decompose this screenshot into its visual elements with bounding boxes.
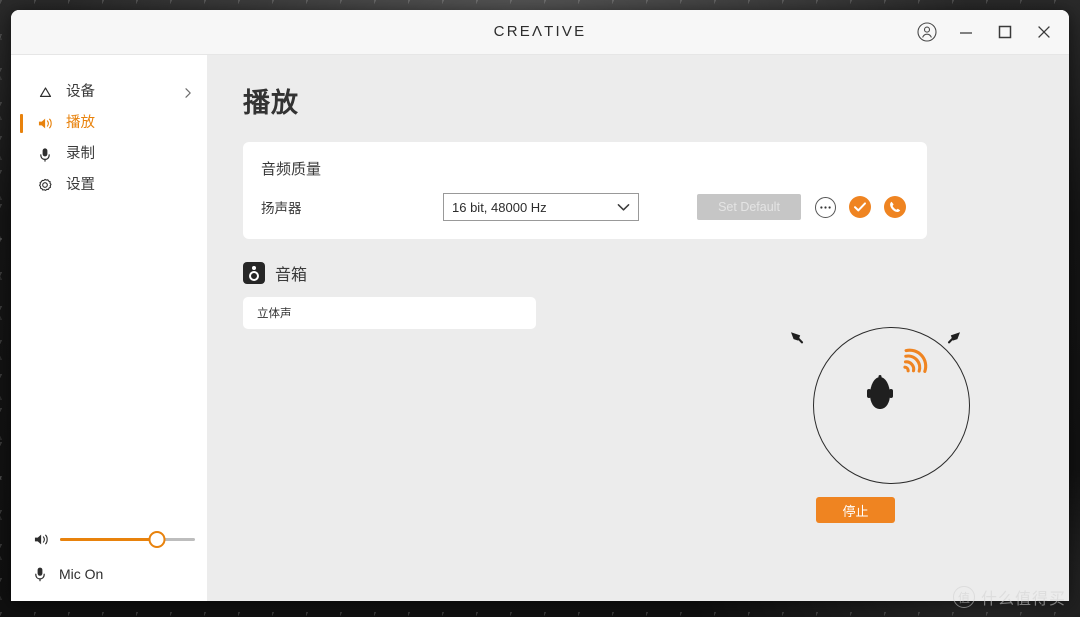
close-icon[interactable] xyxy=(1033,21,1055,43)
sidebar-item-playback-label: 播放 xyxy=(66,115,95,132)
ellipsis-icon[interactable] xyxy=(815,196,836,218)
volume-control xyxy=(11,522,207,556)
title-bar: CREΛTIVE xyxy=(11,10,1069,55)
creative-app-window: CREΛTIVE 设备 播放 录制 设置 Mic On 播放 音频质量 扬声器 … xyxy=(11,10,1069,601)
speaker-section-title: 音箱 xyxy=(275,267,308,284)
check-circle-icon[interactable] xyxy=(849,196,871,218)
audio-quality-row: 扬声器 16 bit, 48000 Hz Set Default xyxy=(261,193,909,221)
desktop-background: CREΛTIVE 设备 播放 录制 设置 Mic On 播放 音频质量 扬声器 … xyxy=(0,0,1080,617)
speaker-cone-icon[interactable] xyxy=(944,329,962,352)
window-controls xyxy=(916,10,1055,54)
volume-slider[interactable] xyxy=(60,530,195,548)
account-circle-icon[interactable] xyxy=(916,21,938,43)
volume-slider-knob[interactable] xyxy=(148,530,166,548)
watermark: 值 什么值得买 xyxy=(952,585,1066,609)
stop-test-button[interactable]: 停止 xyxy=(816,497,895,523)
audio-quality-title: 音频质量 xyxy=(261,161,322,178)
speaker-mode-field[interactable]: 立体声 xyxy=(243,297,536,329)
content-area: 播放 音频质量 扬声器 16 bit, 48000 Hz Set Default… xyxy=(207,55,1069,601)
speaker-placement-diagram: 停止 xyxy=(777,315,987,535)
sound-waves-icon xyxy=(890,343,932,387)
sidebar-item-settings-label: 设置 xyxy=(66,177,95,194)
speaker-section-header: 音箱 xyxy=(243,261,1069,285)
sidebar-item-playback[interactable]: 播放 xyxy=(11,108,207,139)
sidebar-item-settings[interactable]: 设置 xyxy=(11,170,207,201)
maximize-icon[interactable] xyxy=(994,21,1016,43)
sidebar-nav: 设备 播放 录制 设置 xyxy=(11,55,207,201)
chevron-down-icon xyxy=(617,203,630,212)
device-triangle-icon xyxy=(35,85,55,100)
audio-quality-card: 音频质量 扬声器 16 bit, 48000 Hz Set Default xyxy=(243,142,927,239)
mic-toggle[interactable]: Mic On xyxy=(11,556,207,592)
creative-logo-text: CREΛTIVE xyxy=(493,23,587,40)
sidebar-item-devices[interactable]: 设备 xyxy=(11,77,207,108)
volume-icon[interactable] xyxy=(33,532,50,547)
watermark-mark: 值 xyxy=(952,586,975,608)
window-body: 设备 播放 录制 设置 Mic On 播放 音频质量 扬声器 16 bit, 4… xyxy=(11,55,1069,601)
speaker-label: 扬声器 xyxy=(261,201,302,216)
set-default-button[interactable]: Set Default xyxy=(697,194,801,220)
page-title: 播放 xyxy=(243,88,299,118)
mic-toggle-label: Mic On xyxy=(59,566,104,582)
sidebar-item-devices-label: 设备 xyxy=(66,84,95,101)
gear-icon xyxy=(35,178,55,194)
audio-format-value: 16 bit, 48000 Hz xyxy=(452,199,547,215)
audio-format-select[interactable]: 16 bit, 48000 Hz xyxy=(443,193,639,221)
volume-slider-fill xyxy=(60,537,158,541)
watermark-text: 什么值得买 xyxy=(980,591,1066,608)
minimize-icon[interactable] xyxy=(955,21,977,43)
speaker-cone-icon[interactable] xyxy=(789,329,807,352)
speaker-wave-icon xyxy=(35,116,55,131)
microphone-icon xyxy=(33,566,47,583)
sidebar-item-recording[interactable]: 录制 xyxy=(11,139,207,170)
chevron-right-icon xyxy=(183,87,193,99)
speaker-box-icon xyxy=(243,262,265,284)
creative-logo: CREΛTIVE xyxy=(11,23,1069,40)
speaker-mode-value: 立体声 xyxy=(257,308,292,320)
phone-circle-icon[interactable] xyxy=(884,196,906,218)
sidebar-footer: Mic On xyxy=(11,522,207,601)
microphone-icon xyxy=(35,147,55,163)
sidebar-item-recording-label: 录制 xyxy=(66,146,95,163)
head-top-view-icon xyxy=(867,375,893,409)
sidebar: 设备 播放 录制 设置 Mic On xyxy=(11,55,207,601)
